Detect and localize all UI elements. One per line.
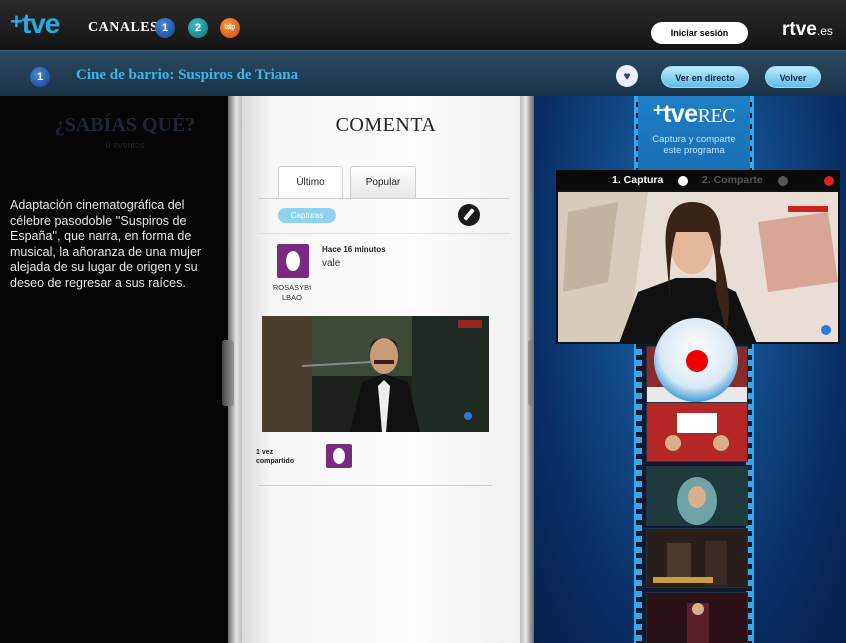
film-frame[interactable] — [646, 592, 748, 643]
shared-user-avatar[interactable] — [326, 444, 352, 468]
tverec-subtitle: Captura y comparte este programa — [652, 134, 736, 156]
tab-popular[interactable]: Popular — [350, 166, 416, 198]
shared-count: 1 vez compartido — [256, 449, 295, 465]
step-share[interactable]: 2. Comparte — [702, 174, 763, 186]
separator — [258, 233, 510, 234]
capture-steps-bar — [556, 170, 840, 190]
film-frame[interactable] — [646, 466, 748, 526]
tab-divider — [258, 198, 510, 199]
write-comment-pen-icon[interactable] — [458, 204, 480, 226]
step-share-radio-icon[interactable] — [778, 176, 788, 186]
user-avatar[interactable] — [277, 244, 309, 278]
left-panel-handle[interactable] — [222, 340, 234, 406]
comments-panel: COMENTA Último Popular Capturas ROSASYBI… — [242, 96, 530, 643]
captures-filter-badge[interactable]: Capturas — [278, 208, 336, 223]
top-bar: +tve CANALES 1 2 tdp Iniciar sesión rtve… — [0, 0, 846, 50]
tve-logo[interactable]: +tve — [10, 8, 60, 40]
record-button[interactable] — [654, 318, 738, 402]
comment-text: vale — [322, 258, 341, 269]
captured-video-thumbnail[interactable] — [262, 316, 489, 432]
login-button[interactable]: Iniciar sesión — [651, 22, 748, 44]
program-bar: 1 Cine de barrio: Suspiros de Triana ♥ V… — [0, 50, 846, 96]
step-capture[interactable]: 1. Captura — [612, 174, 663, 186]
film-frame[interactable] — [646, 528, 748, 588]
separator — [258, 485, 492, 486]
rtve-logo[interactable]: rtve.es — [782, 19, 833, 41]
film-frame[interactable] — [646, 402, 748, 462]
watch-live-button[interactable]: Ver en directo — [661, 66, 749, 88]
channel-1-icon[interactable]: 1 — [155, 18, 175, 38]
channel-2-icon[interactable]: 2 — [188, 18, 208, 38]
back-button[interactable]: Volver — [765, 66, 821, 88]
favorite-heart-icon[interactable]: ♥ — [616, 65, 638, 87]
canales-label[interactable]: CANALES — [88, 20, 158, 36]
channel-badge: 1 — [30, 67, 50, 87]
program-title: Cine de barrio: Suspiros de Triana — [76, 67, 299, 83]
program-description: Adaptación cinematográfica del célebre p… — [10, 198, 202, 290]
tab-latest[interactable]: Último — [278, 166, 343, 198]
info-panel: ¿SABÍAS QUÉ? 0 eventos Adaptación cinema… — [0, 96, 232, 643]
comment-timestamp: Hace 16 minutos — [322, 245, 386, 254]
did-you-know-heading: ¿SABÍAS QUÉ? — [54, 114, 196, 136]
tverec-panel: +tveREC Captura y comparte este programa … — [534, 96, 846, 643]
step-capture-radio-icon[interactable] — [678, 176, 688, 186]
close-capture-icon[interactable] — [824, 176, 834, 186]
comments-heading: COMENTA — [335, 114, 437, 136]
events-count: 0 eventos — [105, 140, 145, 150]
tverec-logo: +tveREC — [652, 100, 736, 128]
comment-username[interactable]: ROSASYBI LBAO — [266, 283, 318, 303]
channel-tdp-icon[interactable]: tdp — [220, 18, 240, 38]
